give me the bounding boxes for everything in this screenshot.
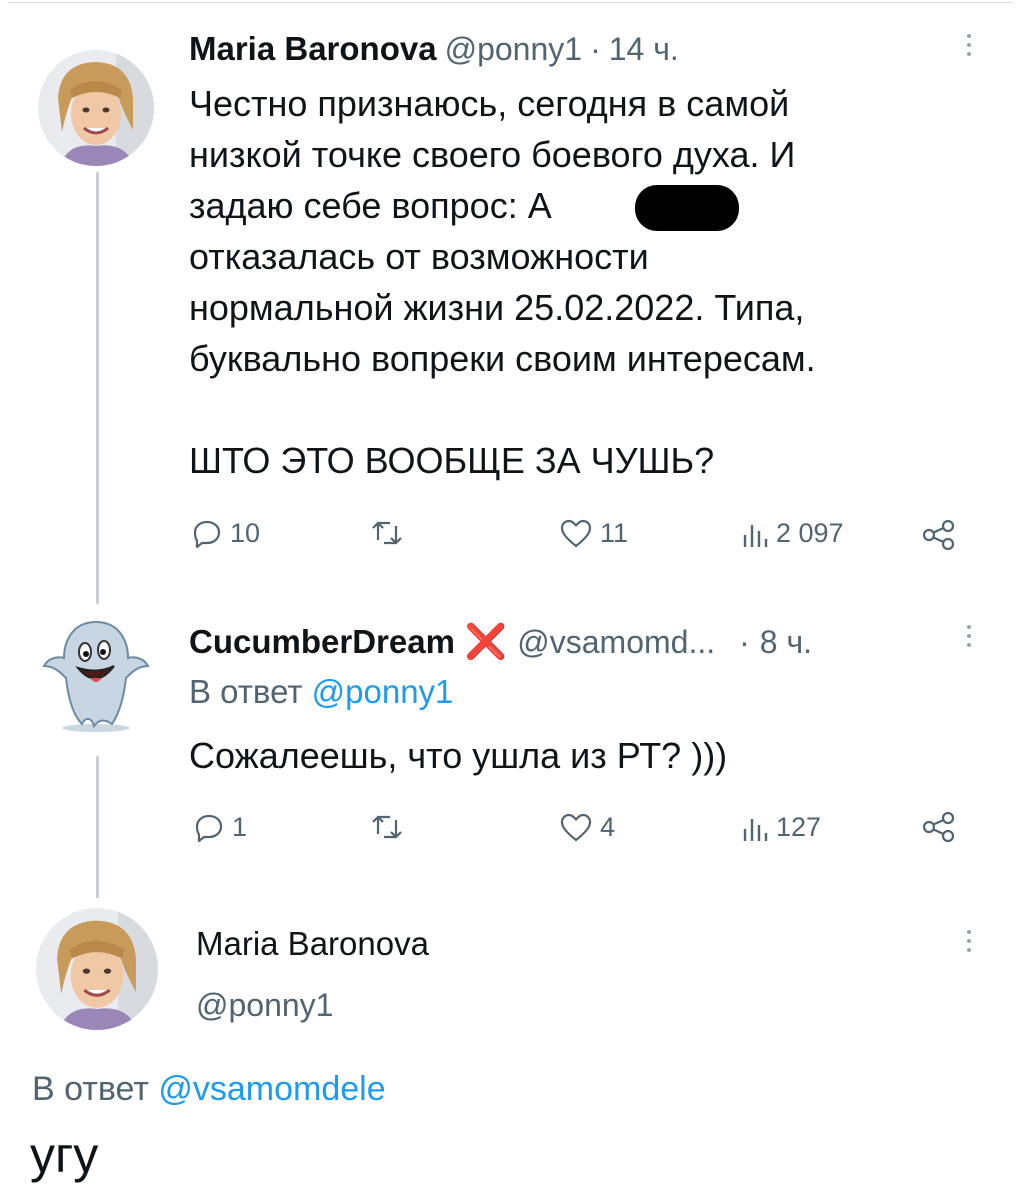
reply-to-link[interactable]: @ponny1 <box>312 673 454 710</box>
reply-context: В ответ @ponny1 <box>189 673 453 711</box>
like-icon <box>560 519 592 549</box>
body-line: Честно признаюсь, сегодня в самой <box>189 83 790 124</box>
reply-prefix: В ответ <box>189 673 303 710</box>
avatar-maria[interactable] <box>38 50 154 166</box>
reply-icon <box>194 813 224 843</box>
like-count: 11 <box>600 518 629 548</box>
share-button[interactable] <box>922 520 956 550</box>
like-button[interactable]: 4 <box>560 812 615 843</box>
cross-mark-icon: ❌ <box>464 623 508 661</box>
retweet-icon <box>370 812 404 842</box>
share-button[interactable] <box>922 812 956 842</box>
like-icon <box>560 813 592 843</box>
tweet-body: Честно признаюсь, сегодня в самой низкой… <box>189 78 989 486</box>
views-icon <box>742 813 768 843</box>
like-button[interactable]: 11 <box>560 518 628 549</box>
avatar-ghost[interactable] <box>38 616 154 732</box>
separator: · <box>590 31 601 67</box>
tweet-body: Сожалеешь, что ушла из РТ? ))) <box>189 735 728 776</box>
timestamp[interactable]: 8 ч. <box>760 624 812 661</box>
body-line: низкой точке своего боевого духа. И <box>189 134 796 175</box>
reply-button[interactable]: 10 <box>192 518 260 549</box>
views-button[interactable]: 2 097 <box>742 518 844 549</box>
view-count: 2 097 <box>776 518 844 548</box>
reply-count: 1 <box>232 812 248 842</box>
body-caps: ШТО ЭТО ВООБЩЕ ЗА ЧУШЬ? <box>189 440 715 481</box>
timestamp[interactable]: 14 ч. <box>609 31 679 68</box>
reply-prefix: В ответ <box>32 1070 149 1108</box>
share-icon <box>922 520 956 550</box>
reply-to-link[interactable]: @vsamomdele <box>158 1070 385 1108</box>
body-line: отказалась от возможности <box>189 236 649 277</box>
tweet-body: угу <box>30 1127 99 1183</box>
thread-line <box>96 756 99 898</box>
reply-count: 10 <box>230 518 261 548</box>
author-name[interactable]: CucumberDream <box>189 623 455 661</box>
censor-mark <box>635 185 739 231</box>
author-handle[interactable]: @ponny1 <box>445 31 582 68</box>
share-icon <box>922 812 956 842</box>
top-divider <box>8 2 1013 3</box>
author-handle[interactable]: @ponny1 <box>196 987 333 1024</box>
author-name[interactable]: Maria Baronova <box>196 925 429 963</box>
reply-icon <box>192 519 222 549</box>
reply-button[interactable]: 1 <box>194 812 247 843</box>
reply-context: В ответ @vsamomdele <box>32 1070 386 1109</box>
retweet-button[interactable] <box>370 518 404 548</box>
avatar-maria[interactable] <box>36 908 158 1030</box>
separator: · <box>739 624 750 660</box>
author-name[interactable]: Maria Baronova <box>189 30 437 68</box>
body-line: задаю себе вопрос: Ая <box>189 180 989 231</box>
retweet-icon <box>370 518 404 548</box>
author-handle[interactable]: @vsamomd... <box>517 624 715 661</box>
body-line: нормальной жизни 25.02.2022. Типа, <box>189 287 805 328</box>
retweet-button[interactable] <box>370 812 404 842</box>
more-icon[interactable] <box>965 930 973 952</box>
body-line-part: задаю себе вопрос: А <box>189 185 552 226</box>
more-icon[interactable] <box>965 34 973 56</box>
views-button[interactable]: 127 <box>742 812 821 843</box>
like-count: 4 <box>600 812 616 842</box>
body-line: буквально вопреки своим интересам. <box>189 338 816 379</box>
views-icon <box>742 519 768 549</box>
thread-line <box>96 172 99 604</box>
more-icon[interactable] <box>965 625 973 647</box>
view-count: 127 <box>776 812 822 842</box>
